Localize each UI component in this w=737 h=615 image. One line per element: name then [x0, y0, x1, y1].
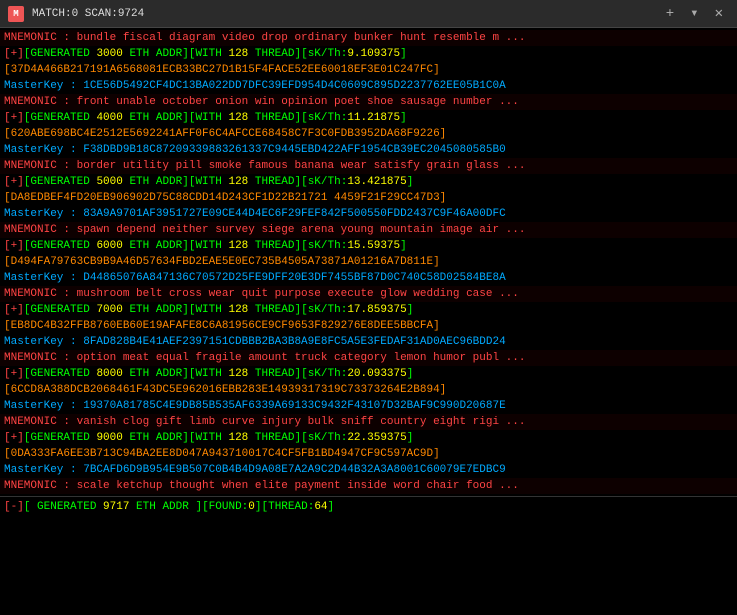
terminal-line: [620ABE698BC4E2512E5692241AFF0F6C4AFCCE6… — [0, 126, 737, 142]
terminal-line: [+][GENERATED 6000 ETH ADDR][WITH 128 TH… — [0, 238, 737, 254]
app-icon: M — [8, 6, 24, 22]
window-title: MATCH:0 SCAN:9724 — [32, 8, 652, 20]
terminal-line: [+][GENERATED 8000 ETH ADDR][WITH 128 TH… — [0, 366, 737, 382]
terminal-line: [+][GENERATED 9000 ETH ADDR][WITH 128 TH… — [0, 430, 737, 446]
terminal-line: MNEMONIC : option meat equal fragile amo… — [0, 350, 737, 366]
terminal-line: [+][GENERATED 3000 ETH ADDR][WITH 128 TH… — [0, 46, 737, 62]
titlebar-controls: + ▾ ✕ — [660, 0, 729, 28]
terminal-line: MasterKey : 83A9A9701AF3951727E09CE44D4E… — [0, 206, 737, 222]
terminal-line: MasterKey : 8FAD828B4E41AEF2397151CDBBB2… — [0, 334, 737, 350]
terminal-line: MNEMONIC : scale ketchup thought when el… — [0, 478, 737, 494]
terminal-line: [EB8DC4B32FFB8760EB60E19AFAFE8C6A81956CE… — [0, 318, 737, 334]
terminal-line: MasterKey : 7BCAFD6D9B954E9B507C0B4B4D9A… — [0, 462, 737, 478]
terminal-line: MNEMONIC : mushroom belt cross wear quit… — [0, 286, 737, 302]
titlebar: M MATCH:0 SCAN:9724 + ▾ ✕ — [0, 0, 737, 28]
terminal-line: [6CCD8A388DCB2068461F43DC5E962016EBB283E… — [0, 382, 737, 398]
terminal-line: [-][ GENERATED 9717 ETH ADDR ][FOUND:0][… — [0, 496, 737, 515]
terminal-output: MNEMONIC : bundle fiscal diagram video d… — [0, 28, 737, 615]
dropdown-button[interactable]: ▾ — [684, 0, 704, 28]
terminal-line: MNEMONIC : spawn depend neither survey s… — [0, 222, 737, 238]
terminal-line: MasterKey : D44865076A847136C70572D25FE9… — [0, 270, 737, 286]
terminal-line: [37D4A466B217191A6568081ECB33BC27D1B15F4… — [0, 62, 737, 78]
terminal-line: [+][GENERATED 5000 ETH ADDR][WITH 128 TH… — [0, 174, 737, 190]
terminal-line: MNEMONIC : vanish clog gift limb curve i… — [0, 414, 737, 430]
terminal-line: [+][GENERATED 4000 ETH ADDR][WITH 128 TH… — [0, 110, 737, 126]
terminal-line: MasterKey : 1CE56D5492CF4DC13BA022DD7DFC… — [0, 78, 737, 94]
terminal-line: [D494FA79763CB9B9A46D57634FBD2EAE5E0EC73… — [0, 254, 737, 270]
terminal-line: [DA8EDBEF4FD20EB906902D75C88CDD14D243CF1… — [0, 190, 737, 206]
terminal-line: [0DA333FA6EE3B713C94BA2EE8D047A943710017… — [0, 446, 737, 462]
new-tab-button[interactable]: + — [660, 0, 680, 28]
terminal-line: MNEMONIC : front unable october onion wi… — [0, 94, 737, 110]
terminal-line: [+][GENERATED 7000 ETH ADDR][WITH 128 TH… — [0, 302, 737, 318]
close-button[interactable]: ✕ — [709, 0, 729, 28]
terminal-line: MNEMONIC : border utility pill smoke fam… — [0, 158, 737, 174]
terminal-line: MNEMONIC : bundle fiscal diagram video d… — [0, 30, 737, 46]
terminal-line: MasterKey : 19370A81785C4E9DB85B535AF633… — [0, 398, 737, 414]
terminal-line: MasterKey : F38DBD9B18C87209339883261337… — [0, 142, 737, 158]
